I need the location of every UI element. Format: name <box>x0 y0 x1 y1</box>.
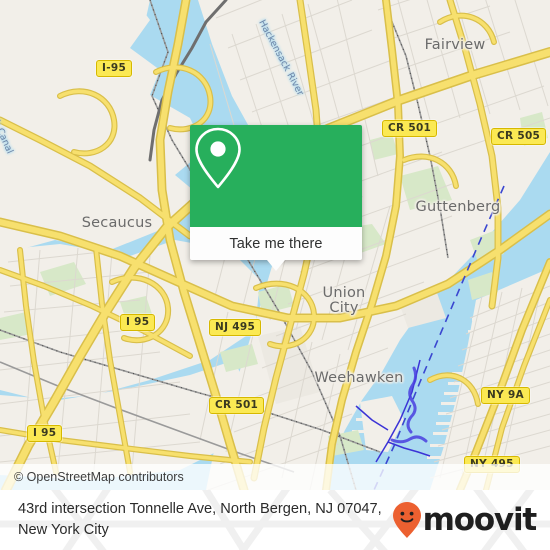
moovit-wordmark: moovit <box>422 501 538 538</box>
highway-shield-ny9a[interactable]: NY 9A <box>481 387 530 404</box>
highway-shield-cr505[interactable]: CR 505 <box>491 128 547 145</box>
attribution-text[interactable]: © OpenStreetMap contributors <box>14 470 184 484</box>
map-canvas[interactable]: Fairview Secaucus Guttenberg Union City … <box>0 0 550 490</box>
moovit-logo[interactable]: moovit <box>392 501 538 539</box>
popup-body: Take me there <box>190 125 362 260</box>
footer-content: 43rd intersection Tonnelle Ave, North Be… <box>0 490 550 550</box>
highway-shield-cr501-top[interactable]: CR 501 <box>382 120 438 137</box>
location-address: 43rd intersection Tonnelle Ave, North Be… <box>18 501 382 538</box>
highway-shield-i95-top[interactable]: I-95 <box>96 60 133 77</box>
highway-shield-i95-mid[interactable]: I 95 <box>120 314 156 331</box>
moovit-smiley-pin-icon <box>392 502 421 538</box>
map-attribution-bar: © OpenStreetMap contributors <box>0 464 550 490</box>
highway-shield-nj495[interactable]: NJ 495 <box>209 319 262 336</box>
highway-shield-i95-bottom[interactable]: I 95 <box>27 425 63 442</box>
popup-image-panel <box>190 125 362 227</box>
map-screenshot: Fairview Secaucus Guttenberg Union City … <box>0 0 550 550</box>
take-me-there-button[interactable]: Take me there <box>190 227 362 260</box>
highway-shield-cr501-mid[interactable]: CR 501 <box>209 397 265 414</box>
popup-pointer-tail <box>267 260 285 271</box>
map-pin-icon <box>195 127 241 189</box>
footer-bar: 43rd intersection Tonnelle Ave, North Be… <box>0 490 550 550</box>
location-popup-card[interactable]: Take me there <box>190 125 362 271</box>
take-me-there-label: Take me there <box>229 235 323 252</box>
